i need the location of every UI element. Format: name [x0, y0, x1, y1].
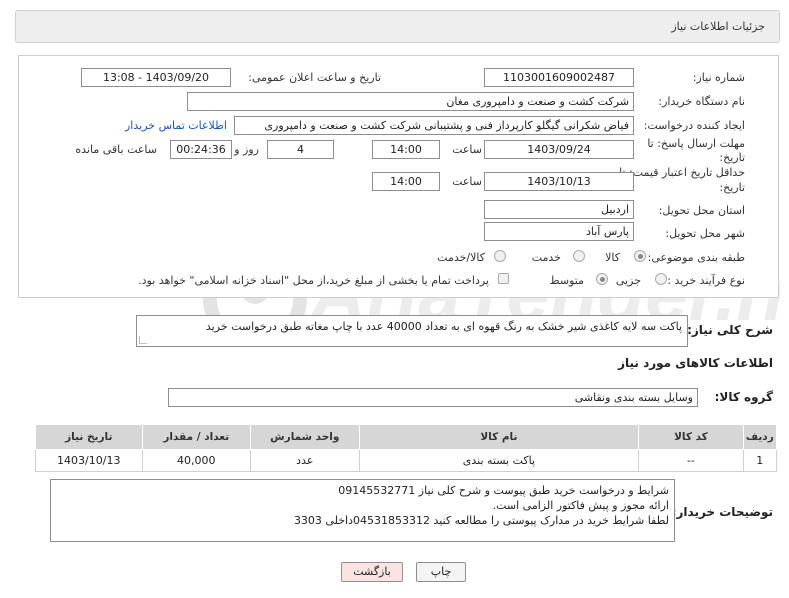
deadline-date-field[interactable]: 1403/09/24 [484, 140, 634, 159]
buyer-notes-label: توضیحات خریدار: [671, 505, 773, 519]
cell-name: پاکت بسته بندی [358, 449, 640, 472]
validity-date-label: تاریخ: [719, 181, 745, 194]
deadline-date-label: تاریخ: [719, 151, 745, 164]
buyer-notes-box[interactable]: شرایط و درخواست خرید طبق پیوست و شرح کلی… [50, 479, 675, 542]
goods-group-label: گروه کالا: [714, 390, 773, 404]
process-label: نوع فرآیند خرید : [667, 274, 745, 287]
time-remaining-label: ساعت باقی مانده [75, 143, 157, 156]
creator-label: ایجاد کننده درخواست: [643, 119, 745, 132]
announce-label: تاریخ و ساعت اعلان عمومی: [248, 71, 381, 84]
cell-date: 1403/10/13 [35, 449, 143, 472]
back-button[interactable]: بازگشت [341, 562, 403, 582]
cell-unit: عدد [250, 449, 360, 472]
process-option-medium: متوسط [549, 274, 584, 287]
table-row: 1 -- پاکت بسته بندی عدد 40,000 1403/10/1… [35, 449, 778, 472]
buyer-notes-line: لطفا شرایط خرید در مدارک پیوستی را مطالع… [293, 514, 669, 527]
goods-section-title: اطلاعات کالاهای مورد نیاز [618, 356, 773, 370]
cell-row: 1 [742, 449, 778, 472]
buyer-notes-line: ارائه مجوز و پیش فاکتور الزامی است. [492, 499, 669, 512]
col-header-name: نام کالا [358, 424, 640, 450]
validity-date-field[interactable]: 1403/10/13 [484, 172, 634, 191]
days-remaining-field[interactable]: 4 [267, 140, 334, 159]
col-header-unit: واحد شمارش [250, 424, 360, 450]
cell-qty: 40,000 [141, 449, 252, 472]
col-header-code: کد کالا [638, 424, 744, 450]
process-radio-medium[interactable] [596, 273, 608, 285]
buyer-notes-line: شرایط و درخواست خرید طبق پیوست و شرح کلی… [338, 484, 669, 497]
cell-code: -- [638, 449, 744, 472]
need-number-label: شماره نیاز: [692, 71, 745, 84]
deadline-time-field[interactable]: 14:00 [372, 140, 440, 159]
treasury-payment-note: پرداخت تمام یا بخشی از مبلغ خرید،از محل … [138, 274, 489, 287]
validity-time-field[interactable]: 14:00 [372, 172, 440, 191]
summary-textarea[interactable]: پاکت سه لایه کاغذی شیر خشک به رنگ قهوه ا… [136, 315, 688, 347]
validity-label: حداقل تاریخ اعتبار قیمت: تا [619, 166, 745, 179]
need-number-field[interactable]: 1103001609002487 [484, 68, 634, 87]
province-field[interactable]: اردبیل [484, 200, 634, 219]
print-button[interactable]: چاپ [416, 562, 466, 582]
col-header-date: تاریخ نیاز [35, 424, 143, 450]
treasury-payment-checkbox[interactable] [498, 273, 509, 284]
deadline-time-label: ساعت [452, 143, 482, 156]
announce-datetime-field[interactable]: 1403/09/20 - 13:08 [81, 68, 231, 87]
resize-grip-icon[interactable] [139, 336, 147, 344]
province-label: استان محل تحویل: [658, 204, 745, 217]
category-radio-service[interactable] [573, 250, 585, 262]
page-title: جزئیات اطلاعات نیاز [671, 20, 765, 33]
process-radio-small[interactable] [655, 273, 667, 285]
time-remaining-field[interactable]: 00:24:36 [170, 140, 232, 159]
summary-text: پاکت سه لایه کاغذی شیر خشک به رنگ قهوه ا… [205, 320, 682, 333]
col-header-row: ردیف [742, 424, 778, 450]
goods-group-field[interactable]: وسایل بسته بندی ونقاشی [168, 388, 698, 407]
panel-header: جزئیات اطلاعات نیاز [15, 10, 780, 43]
col-header-qty: تعداد / مقدار [141, 424, 252, 450]
goods-table: ردیف کد کالا نام کالا واحد شمارش تعداد /… [35, 424, 778, 472]
process-option-small: جزیی [615, 274, 641, 287]
buyer-org-label: نام دستگاه خریدار: [658, 95, 745, 108]
category-radio-goods-service[interactable] [494, 250, 506, 262]
summary-label: شرح کلی نیاز: [687, 323, 773, 337]
days-label: روز و [234, 143, 259, 156]
category-option-goods: کالا [605, 251, 620, 264]
creator-field[interactable]: فیاض شکرانی گیگلو کارپرداز فنی و پشتیبان… [234, 116, 634, 135]
deadline-label: مهلت ارسال پاسخ: تا [647, 137, 745, 150]
category-option-goods-service: کالا/خدمت [437, 251, 485, 264]
city-field[interactable]: پارس آباد [484, 222, 634, 241]
validity-time-label: ساعت [452, 175, 482, 188]
city-label: شهر محل تحویل: [665, 227, 745, 240]
buyer-org-field[interactable]: شرکت کشت و صنعت و دامپروری مغان [187, 92, 634, 111]
contact-info-link[interactable]: اطلاعات تماس خریدار [125, 119, 227, 132]
category-option-service: خدمت [531, 251, 561, 264]
category-label: طبقه بندی موضوعی: [647, 251, 745, 264]
goods-table-header: ردیف کد کالا نام کالا واحد شمارش تعداد /… [35, 424, 778, 450]
category-radio-goods[interactable] [634, 250, 646, 262]
